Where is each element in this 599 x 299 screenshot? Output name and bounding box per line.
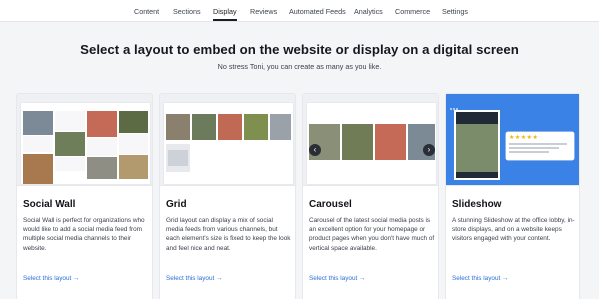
card-title: Social Wall — [23, 199, 76, 210]
select-layout-link[interactable]: Select this layout → — [23, 275, 79, 282]
card-title: Grid — [166, 199, 187, 210]
layout-card-carousel[interactable]: ‹ › Carousel Carousel of the latest soci… — [302, 93, 439, 299]
select-layout-link[interactable]: Select this layout → — [452, 275, 508, 282]
top-tab-bar: Content Sections Display Reviews Automat… — [0, 0, 599, 22]
page-subtitle: No stress Toni, you can create as many a… — [217, 62, 382, 71]
tab-reviews[interactable]: Reviews — [250, 0, 277, 22]
chevron-right-icon[interactable]: › — [423, 144, 435, 156]
card-description: Social Wall is perfect for organizations… — [23, 217, 145, 252]
layout-card-slideshow[interactable]: ★★★★★ Slideshow A stunning Slideshow at … — [445, 93, 580, 299]
tab-display[interactable]: Display — [213, 0, 237, 22]
tab-content[interactable]: Content — [134, 0, 159, 22]
card-title: Carousel — [309, 199, 352, 210]
grid-preview — [160, 94, 295, 186]
social-wall-preview — [17, 94, 152, 186]
tab-analytics[interactable]: Analytics — [354, 0, 383, 22]
layout-card-grid[interactable]: Grid Grid layout can display a mix of so… — [159, 93, 296, 299]
card-title: Slideshow — [452, 199, 502, 210]
select-layout-link[interactable]: Select this layout → — [309, 275, 365, 282]
card-description: Carousel of the latest social media post… — [309, 217, 435, 252]
card-description: A stunning Slideshow at the office lobby… — [452, 217, 575, 243]
layout-card-social-wall[interactable]: Social Wall Social Wall is perfect for o… — [16, 93, 153, 299]
tab-sections[interactable]: Sections — [173, 0, 201, 22]
tab-commerce[interactable]: Commerce — [395, 0, 430, 22]
carousel-preview: ‹ › — [303, 94, 438, 186]
tab-automated-feeds[interactable]: Automated Feeds — [289, 0, 346, 22]
select-layout-link[interactable]: Select this layout → — [166, 275, 222, 282]
page-title: Select a layout to embed on the website … — [80, 42, 519, 57]
slideshow-preview: ★★★★★ — [446, 94, 579, 186]
card-description: Grid layout can display a mix of social … — [166, 217, 291, 252]
star-icon: ★★★★★ — [509, 135, 539, 141]
chevron-left-icon[interactable]: ‹ — [309, 144, 321, 156]
tab-settings[interactable]: Settings — [442, 0, 468, 22]
